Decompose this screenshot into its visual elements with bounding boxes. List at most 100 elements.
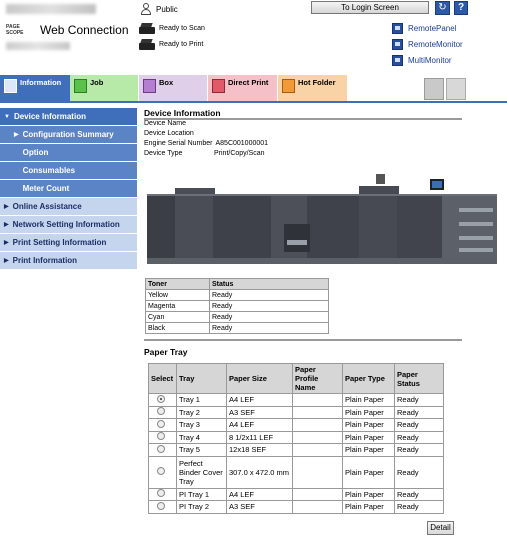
maintenance-icon[interactable]	[446, 78, 466, 100]
toner-table: Toner Status Yellow Ready Magenta Ready Cy…	[145, 278, 329, 334]
refresh-icon[interactable]: ↻	[435, 1, 450, 15]
sidebar-item-device-information[interactable]: ▼ Device Information	[0, 108, 137, 126]
multi-monitor-link[interactable]: MultiMonitor	[392, 55, 463, 66]
tray-select-radio[interactable]	[157, 489, 165, 498]
app-title: Web Connection	[40, 23, 129, 37]
login-screen-button[interactable]: To Login Screen	[311, 1, 429, 14]
toner-header-status: Status	[209, 278, 329, 290]
sidebar-item-option[interactable]: ▶Option	[0, 144, 137, 162]
page-title: Device Information	[144, 108, 221, 118]
remote-panel-icon	[392, 23, 403, 34]
tab-hot-folder-label: Hot Folder	[298, 78, 336, 87]
user-icon	[140, 3, 152, 15]
sidebar-item-consumables[interactable]: ▶Consumables	[0, 162, 137, 180]
table-row: Tray 5 12x18 SEF Plain Paper Ready	[148, 443, 444, 457]
tray-select-radio[interactable]	[157, 394, 165, 403]
tab-hot-folder[interactable]: Hot Folder	[278, 75, 347, 102]
section-divider	[144, 339, 462, 341]
multi-monitor-icon	[392, 55, 403, 66]
tray-select-radio[interactable]	[157, 501, 165, 510]
sidebar-item-meter-count[interactable]: ▶Meter Count	[0, 180, 137, 198]
user-label: Public	[156, 4, 178, 14]
tab-divider	[0, 101, 507, 103]
direct-print-icon	[212, 79, 225, 93]
table-row: Cyan Ready	[145, 311, 329, 323]
job-icon	[74, 79, 87, 93]
remote-panel-link[interactable]: RemotePanel	[392, 23, 463, 34]
header-select: Select	[148, 363, 177, 394]
device-name-row: Device Name	[144, 120, 187, 127]
remote-monitor-icon	[392, 39, 403, 50]
sidebar-item-network-setting-information[interactable]: ▶ Network Setting Information	[0, 216, 137, 234]
detail-button[interactable]: Detail	[427, 521, 454, 535]
header-paper-status: Paper Status	[394, 363, 444, 394]
sidebar-item-online-assistance[interactable]: ▶ Online Assistance	[0, 198, 137, 216]
table-row: Tray 2 A3 SEF Plain Paper Ready	[148, 405, 444, 419]
print-status: Ready to Print	[139, 39, 203, 50]
box-icon	[143, 79, 156, 93]
hot-folder-icon	[282, 79, 295, 93]
blurred-model-name	[6, 42, 70, 50]
engine-serial-row: Engine Serial Number A85C001000001	[144, 140, 269, 147]
scan-status-text: Ready to Scan	[159, 25, 205, 32]
sidebar-item-print-setting-information[interactable]: ▶ Print Setting Information	[0, 234, 137, 252]
paper-tray-header: Select Tray Paper Size Paper Profile Nam…	[148, 363, 444, 394]
tab-box[interactable]: Box	[139, 75, 207, 102]
remote-monitor-link[interactable]: RemoteMonitor	[392, 39, 463, 50]
toner-table-header: Toner Status	[145, 278, 329, 290]
remote-panel-label[interactable]: RemotePanel	[408, 24, 456, 33]
paper-tray-title: Paper Tray	[144, 347, 188, 357]
remote-links: RemotePanel RemoteMonitor MultiMonitor	[392, 23, 463, 71]
table-row: Tray 48 1/2x11 LEF Plain Paper Ready	[148, 430, 444, 444]
scanner-icon	[139, 23, 155, 34]
help-button[interactable]: ?	[454, 1, 468, 15]
scan-status: Ready to Scan	[139, 23, 205, 34]
sidebar: ▼ Device Information ▶ Configuration Summa…	[0, 108, 137, 270]
table-row: PI Tray 1 A4 LEF Plain Paper Ready	[148, 487, 444, 501]
tab-job[interactable]: Job	[70, 75, 138, 102]
sidebar-item-print-information[interactable]: ▶ Print Information	[0, 252, 137, 270]
tray-select-radio[interactable]	[157, 467, 165, 475]
sidebar-item-configuration-summary[interactable]: ▶ Configuration Summary	[0, 126, 137, 144]
tray-select-radio[interactable]	[157, 419, 165, 428]
tab-direct-print[interactable]: Direct Print	[208, 75, 277, 102]
title-underline	[144, 118, 462, 120]
header-tray: Tray	[176, 363, 227, 394]
toner-header-toner: Toner	[145, 278, 210, 290]
device-information-panel: Device Information Device Name Device Lo…	[144, 108, 464, 159]
device-info-list: Device Name Device Location Engine Seria…	[144, 119, 464, 159]
table-row: Tray 1 A4 LEF Plain Paper Ready	[148, 393, 444, 407]
paper-tray-table: Select Tray Paper Size Paper Profile Nam…	[148, 363, 444, 514]
remote-monitor-label[interactable]: RemoteMonitor	[408, 40, 463, 49]
header-paper-size: Paper Size	[226, 363, 293, 394]
blurred-brand-logo	[6, 4, 96, 14]
tab-information-label: Information	[20, 78, 62, 87]
printer-system-image	[147, 174, 497, 264]
tray-select-radio[interactable]	[157, 407, 165, 416]
table-row: Tray 3 A4 LEF Plain Paper Ready	[148, 418, 444, 432]
print-status-text: Ready to Print	[159, 41, 204, 48]
brand-bottom-text: SCOPE	[6, 30, 24, 36]
current-user: Public	[140, 3, 178, 15]
multi-monitor-label[interactable]: MultiMonitor	[408, 56, 452, 65]
table-row: Perfect Binder Cover Tray 307.0 x 472.0 m…	[148, 455, 444, 489]
header-paper-profile-name: Paper Profile Name	[292, 363, 343, 394]
app-logo: PAGE SCOPE Web Connection	[6, 23, 129, 37]
device-status-icon[interactable]	[424, 78, 444, 100]
table-row: Magenta Ready	[145, 300, 329, 312]
device-type-row: Device Type Print/Copy/Scan	[144, 150, 265, 157]
tray-select-radio[interactable]	[157, 432, 165, 441]
tab-information[interactable]: Information	[0, 75, 70, 102]
tab-direct-print-label: Direct Print	[228, 78, 269, 87]
pagescope-logo-mark: PAGE SCOPE	[6, 23, 38, 37]
information-icon	[4, 79, 17, 93]
device-location-row: Device Location	[144, 130, 194, 137]
tray-select-radio[interactable]	[157, 444, 165, 453]
table-row: PI Tray 2 A3 SEF Plain Paper Ready	[148, 500, 444, 514]
table-row: Black Ready	[145, 322, 329, 334]
table-row: Yellow Ready	[145, 289, 329, 301]
header-paper-type: Paper Type	[342, 363, 395, 394]
tab-job-label: Job	[90, 78, 104, 87]
printer-icon	[139, 39, 155, 50]
tab-box-label: Box	[159, 78, 174, 87]
